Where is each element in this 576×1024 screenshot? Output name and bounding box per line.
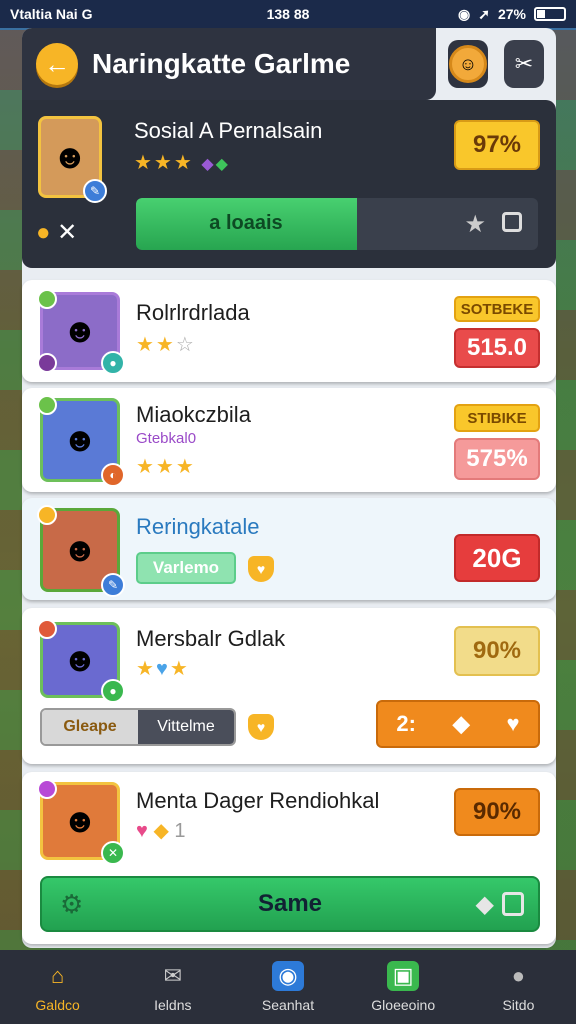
progress-label: a loaais: [209, 212, 283, 234]
rating-count: 1: [174, 820, 186, 842]
segmented-toggle[interactable]: Gleape Vittelme: [40, 708, 236, 746]
photo-icon: ▣: [387, 961, 420, 991]
nav-label: Gloeeoino: [371, 997, 436, 1013]
list-item[interactable]: ☻ ● Mersbalr Gdlak ★♥★ 90% Gleape Vittel…: [22, 608, 556, 764]
toggle-right[interactable]: Vittelme: [138, 710, 234, 744]
nav-item-gallery[interactable]: ▣ Gloeeoino: [346, 950, 461, 1024]
item-name: Reringkatale: [136, 514, 260, 539]
nav-item-home[interactable]: ⌂ Galdco: [0, 950, 115, 1024]
edit-icon: [502, 892, 524, 916]
character-icon: ☻: [62, 801, 98, 840]
top-header: ← Naringkatte Garlme: [22, 28, 436, 100]
rating-gems: ♥ ◆ 1: [136, 820, 186, 842]
character-icon: ☻: [62, 530, 98, 569]
character-avatar: ☻ ●: [37, 289, 125, 375]
item-name: Miaokczbila: [136, 402, 251, 427]
rating-stars: ★♥★: [136, 658, 190, 680]
level-badge-icon: [37, 779, 57, 799]
item-tag: SOTBEKE: [454, 296, 540, 322]
toggle-left[interactable]: Gleape: [42, 710, 138, 744]
arrow-left-icon: ←: [44, 48, 70, 79]
heart-icon: ♥: [506, 711, 520, 736]
player-avatar[interactable]: ☻ ✎: [38, 116, 107, 203]
character-icon: ☻: [62, 311, 98, 350]
character-avatar: ☻ ●: [37, 619, 125, 703]
level-badge-icon: [37, 289, 57, 309]
tag-icon: ◆: [475, 890, 494, 918]
rating-stars: ★★☆: [136, 334, 196, 356]
main-action-button[interactable]: ⚙ Same ◆: [40, 876, 540, 932]
home-icon: ⌂: [50, 963, 65, 988]
character-icon: ☻: [62, 640, 98, 679]
item-action-button[interactable]: Varlemo: [136, 552, 236, 584]
character-avatar: ☻ ✕: [37, 779, 125, 865]
person-icon: ●: [511, 963, 526, 988]
list-item[interactable]: ☻ ◐ Miaokczbila Gtebkal0 ★★★ STIBIKE 575…: [22, 388, 556, 492]
action-label: 2:: [396, 711, 416, 736]
action-bar[interactable]: 2: ◆ ♥: [376, 700, 540, 748]
nav-item-mail[interactable]: ✉ Ieldns: [115, 950, 230, 1024]
mail-icon: ✉: [163, 963, 183, 988]
badge-icon: ◐: [101, 463, 125, 487]
clock-text: 138 88: [266, 6, 310, 22]
wrench-badge-icon: ✎: [101, 573, 125, 597]
camera-icon: ◉: [272, 961, 304, 991]
nav-label: Sitdo: [502, 997, 535, 1013]
character-avatar: ☻ ✎: [37, 505, 125, 597]
item-name: Mersbalr Gdlak: [136, 626, 286, 651]
level-badge-icon: [37, 505, 57, 525]
back-button[interactable]: ←: [36, 43, 78, 85]
badge-icon: ✕: [101, 841, 125, 865]
nav-item-camera[interactable]: ◉ Seanhat: [230, 950, 345, 1024]
badge-icon: ●: [101, 679, 125, 703]
item-value: 575%: [454, 438, 540, 480]
character-avatar: ☻ ◐: [37, 395, 125, 487]
item-name: Rolrlrdrlada: [136, 300, 250, 325]
item-value: 90%: [454, 626, 540, 676]
status-bar: Vtaltia Nai G 138 88 ◉ ➚ 27%: [0, 0, 576, 28]
profile-button[interactable]: ☺: [448, 40, 488, 88]
player-summary: ☻ ✎ Sosial A Pernalsain ★★★ ◆◆ 97% ● ✕ a…: [22, 100, 556, 268]
bottom-nav: ⌂ Galdco ✉ Ieldns ◉ Seanhat ▣ Gloeeoino ● Sit…: [0, 950, 576, 1024]
character-icon: ☻: [62, 420, 98, 459]
item-subtitle: Gtebkal0: [136, 430, 197, 447]
item-tag: STIBIKE: [454, 404, 540, 432]
nav-label: Ieldns: [154, 997, 192, 1013]
tools-icon: ✂: [514, 51, 534, 76]
list-item[interactable]: ☻ ✎ Reringkatale Varlemo ♥ 20G: [22, 498, 556, 600]
list-item[interactable]: ☻ ● Rolrlrdrlada ★★☆ SOTBEKE 515.0: [22, 280, 556, 382]
badge-icon: ●: [101, 351, 125, 375]
rating-stars: ★★★ ◆◆: [134, 152, 230, 174]
character-icon: ☻: [52, 137, 88, 176]
gear-icon: ⚙: [60, 888, 84, 919]
completion-percent: 97%: [454, 120, 540, 170]
battery-icon: [534, 7, 566, 21]
list-item[interactable]: ☻ ✕ Menta Dager Rendiohkal ♥ ◆ 1 90% ⚙ S…: [22, 772, 556, 944]
settings-button[interactable]: ✂: [504, 40, 544, 88]
nav-label: Galdco: [35, 997, 80, 1013]
item-value: 515.0: [454, 328, 540, 368]
page-title: Naringkatte Garlme: [92, 48, 351, 79]
shield-icon: ♥: [248, 556, 274, 582]
item-value: 90%: [454, 788, 540, 836]
player-name: Sosial A Pernalsain: [134, 118, 323, 143]
progress-track: a loaais ★: [136, 198, 538, 250]
class-badge-icon: [37, 353, 57, 373]
star-icon: ★: [464, 211, 486, 238]
main-action-label: Same: [257, 890, 323, 917]
nav-item-profile[interactable]: ● Sitdo: [461, 950, 576, 1024]
rating-stars: ★★★: [136, 456, 196, 478]
item-value: 20G: [454, 534, 540, 582]
coin-avatar-icon: ☺: [449, 45, 487, 83]
square-icon: [502, 212, 522, 232]
level-badge-icon: [37, 619, 57, 639]
level-badge-icon: [37, 395, 57, 415]
wrench-badge-icon: ✎: [83, 179, 107, 203]
gem-icon: ● ✕: [36, 219, 78, 246]
shield-icon: ♥: [248, 714, 274, 740]
diamond-icon: ◆: [452, 711, 470, 736]
nav-label: Seanhat: [261, 997, 315, 1013]
item-name: Menta Dager Rendiohkal: [136, 788, 380, 813]
